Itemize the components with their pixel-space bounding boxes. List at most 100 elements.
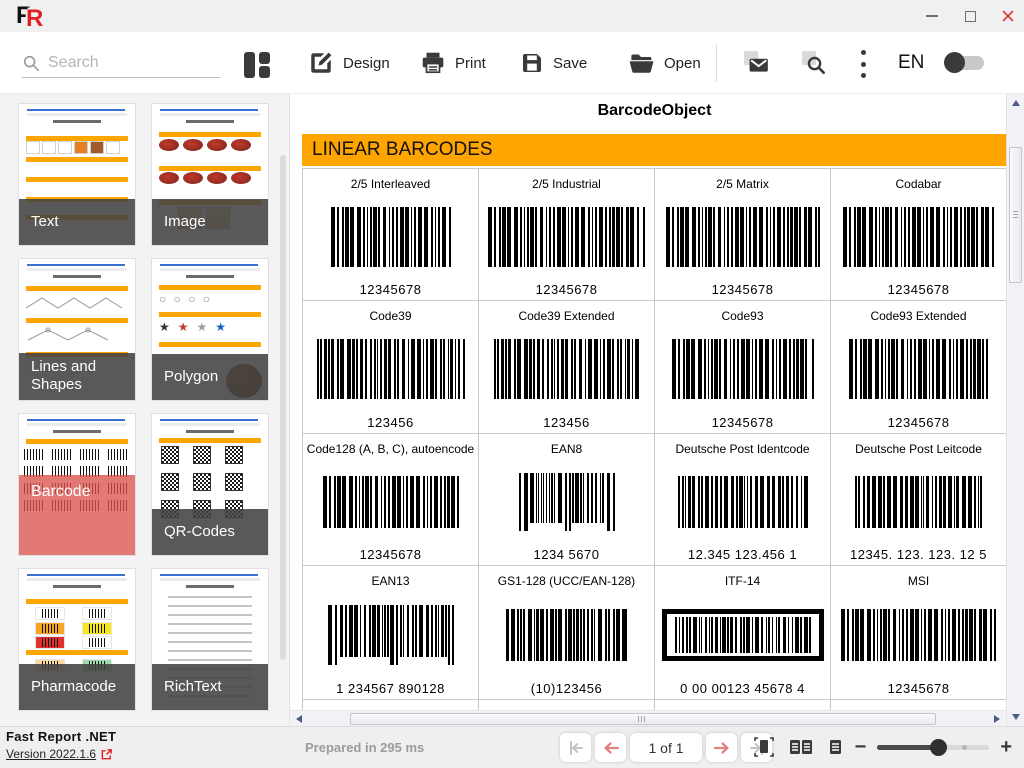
vertical-scrollbar[interactable]	[1006, 94, 1024, 726]
design-icon	[311, 52, 332, 73]
sidebar-item-qr-codes[interactable]: QR-Codes	[151, 413, 269, 556]
decor	[25, 140, 40, 154]
single-page-view-icon[interactable]	[826, 735, 844, 759]
find-button[interactable]	[800, 46, 828, 80]
toolbar-divider	[716, 44, 717, 82]
decor	[27, 423, 127, 426]
decor	[182, 138, 203, 151]
thumbnail-label-band: QR-Codes	[152, 509, 268, 555]
print-button[interactable]: Print	[420, 46, 486, 80]
decor	[57, 140, 72, 154]
sidebar-item-lines-and-shapes[interactable]: □ □ ○ △ ◇Lines and Shapes	[18, 258, 136, 401]
sidebar-toggle-icon[interactable]	[244, 52, 270, 78]
barcode-cell: Deutsche Post Leitcode 12345. 123. 123. 1…	[831, 434, 1006, 566]
barcode-bars	[849, 323, 988, 415]
decor	[42, 623, 59, 633]
thumbnail-page: QR-Codes	[151, 413, 269, 556]
thumbnail-label: Text	[31, 212, 59, 230]
first-page-button[interactable]	[560, 733, 591, 762]
sidebar-item-text[interactable]: Text	[18, 103, 136, 246]
decor	[160, 268, 260, 271]
open-button[interactable]: Open	[628, 46, 701, 80]
barcode-type-label: Code39	[369, 309, 412, 323]
decor	[27, 113, 127, 116]
horizontal-scrollbar-thumb[interactable]	[350, 713, 936, 725]
scroll-down-button[interactable]	[1007, 711, 1024, 723]
decor	[158, 138, 179, 151]
search-input[interactable]	[48, 53, 198, 72]
thumbnail-label: QR-Codes	[164, 522, 235, 540]
email-button[interactable]	[742, 46, 770, 80]
decor	[193, 446, 212, 465]
sidebar-thumbnails: Text Image □ □ ○ △ ◇Lines and Shapes ○ ○ ○ …	[0, 94, 289, 726]
sidebar-item-richtext[interactable]: RichText	[151, 568, 269, 711]
fit-page-icon[interactable]	[752, 735, 776, 759]
save-button[interactable]: Save	[520, 46, 587, 80]
vertical-scrollbar-thumb[interactable]	[1009, 147, 1022, 283]
search-box[interactable]	[22, 48, 220, 78]
decor	[42, 609, 59, 619]
zoom-in-button[interactable]: +	[1000, 737, 1012, 757]
link-line-decor	[160, 109, 258, 111]
barcode-value: 12345678	[887, 282, 950, 297]
sidebar-item-image[interactable]: Image	[151, 103, 269, 246]
orange-band-decor	[158, 166, 262, 172]
decor	[19, 569, 135, 589]
sidebar-item-barcode[interactable]: Barcode	[18, 413, 136, 556]
link-line-decor	[160, 574, 258, 576]
save-label: Save	[553, 54, 588, 72]
barcode-bars	[518, 456, 615, 547]
previous-page-button[interactable]	[595, 733, 626, 762]
barcode-bars	[327, 588, 454, 681]
two-page-view-icon[interactable]	[787, 735, 815, 759]
barcode-bars	[841, 588, 996, 681]
decor	[52, 120, 102, 123]
next-page-button[interactable]	[706, 733, 737, 762]
barcode-type-label: Codabar	[895, 177, 942, 191]
sidebar-scrollbar-thumb[interactable]	[280, 155, 286, 660]
horizontal-scrollbar[interactable]	[290, 710, 1006, 726]
scroll-left-icon	[296, 714, 302, 723]
barcode-value: 12345678	[711, 415, 774, 430]
design-button[interactable]: Design	[308, 46, 390, 80]
open-folder-icon	[629, 54, 654, 73]
barcode-cell: Code93 Extended 12345678	[831, 301, 1006, 434]
zoom-out-button[interactable]: −	[855, 737, 867, 757]
barcode-value: (10)123456	[530, 681, 603, 696]
next-page-icon	[713, 741, 729, 754]
barcode-value: 123456	[367, 415, 414, 430]
scroll-right-button[interactable]	[991, 711, 1003, 726]
barcode-cell: ITF-14 0 00 00123 45678 4	[655, 566, 831, 700]
orange-band-decor	[158, 311, 262, 317]
fastreport-logo: FR	[16, 2, 44, 32]
zoom-slider-knob[interactable]	[930, 738, 948, 756]
more-menu-button[interactable]	[858, 50, 868, 78]
scroll-right-icon	[994, 714, 1000, 723]
minimize-button[interactable]	[924, 8, 940, 24]
star-decor: ★	[177, 320, 191, 335]
thumbnail-label: Image	[164, 212, 206, 230]
barcode-value: 12.345 123.456 1	[687, 547, 798, 562]
thumbnail-label: Barcode	[31, 482, 91, 500]
theme-toggle[interactable]	[944, 52, 984, 73]
language-selector[interactable]: EN	[898, 52, 924, 74]
close-button[interactable]	[1000, 8, 1016, 24]
barcode-type-label: Code39 Extended	[518, 309, 615, 323]
scroll-up-button[interactable]	[1007, 97, 1024, 109]
thumbnail-label-band: Lines and Shapes	[19, 352, 135, 400]
decor	[81, 607, 112, 621]
barcode-type-label: Code128 (A, B, C), autoencode	[306, 442, 475, 456]
toggle-knob	[944, 52, 965, 73]
decor	[161, 446, 180, 465]
version-link[interactable]: Version 2022.1.6	[6, 747, 96, 761]
orange-band-decor	[25, 598, 129, 604]
sidebar-item-polygon[interactable]: ○ ○ ○ ○ ★ ★ ★ ★ Polygon	[151, 258, 269, 401]
barcode-value: 1234 5670	[533, 547, 600, 562]
selected-overlay: Barcode	[19, 474, 135, 555]
page-indicator[interactable]: 1 of 1	[630, 733, 702, 762]
sidebar-item-pharmacode[interactable]: Pharmacode	[18, 568, 136, 711]
scroll-left-button[interactable]	[293, 711, 305, 726]
zoom-slider[interactable]	[877, 738, 990, 756]
maximize-button[interactable]	[962, 8, 978, 24]
star-decor: ★	[215, 320, 229, 335]
